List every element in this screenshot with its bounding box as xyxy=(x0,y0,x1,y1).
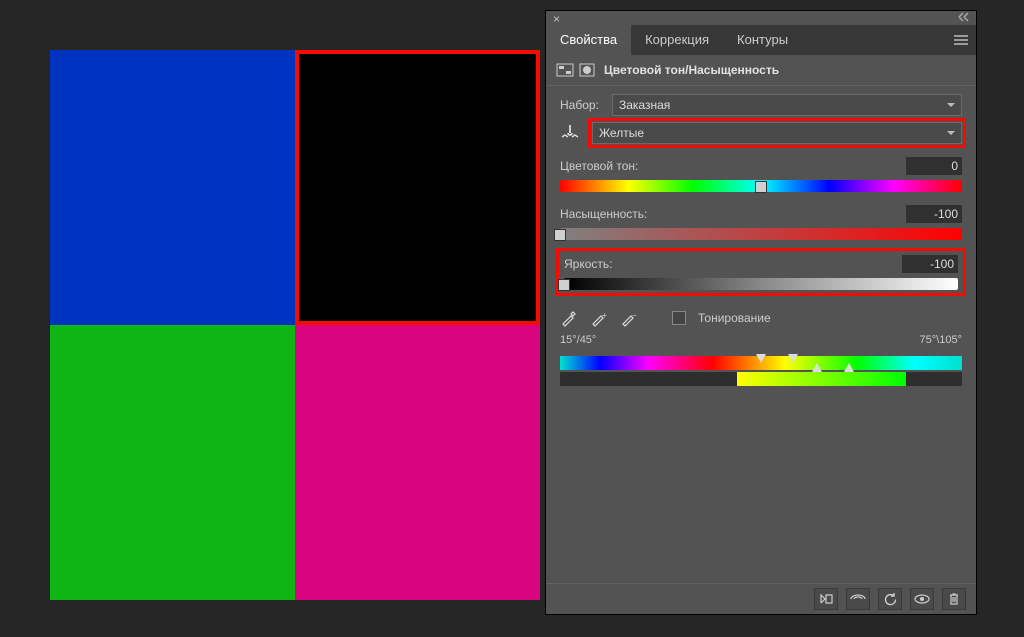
colorize-label[interactable]: Тонирование xyxy=(698,311,771,325)
hue-range-right: 75°\105° xyxy=(920,334,962,346)
lightness-slider[interactable] xyxy=(564,278,958,290)
hue-range-labels: 15°/45° 75°\105° xyxy=(560,334,962,346)
saturation-group: Насыщенность: -100 xyxy=(560,204,962,240)
svg-text:−: − xyxy=(632,311,637,320)
hue-strip-top xyxy=(560,356,962,370)
channel-select[interactable]: Желтые xyxy=(592,122,962,144)
channel-value: Желтые xyxy=(599,126,644,140)
clip-icon[interactable] xyxy=(814,588,838,610)
tab-contours[interactable]: Контуры xyxy=(723,25,802,55)
hue-range-handle-inner-left[interactable] xyxy=(756,354,766,363)
tab-correction[interactable]: Коррекция xyxy=(631,25,723,55)
panel-menu-icon[interactable] xyxy=(946,25,976,55)
properties-panel: × Свойства Коррекция Контуры Цветовой то… xyxy=(545,10,977,615)
panel-titlebar: × xyxy=(546,11,976,25)
channel-row: Желтые xyxy=(560,122,962,144)
visibility-icon[interactable] xyxy=(910,588,934,610)
hue-range-handle-inner-right[interactable] xyxy=(788,354,798,363)
lightness-label: Яркость: xyxy=(564,257,612,271)
eyedropper-row: + − Тонирование xyxy=(560,306,962,330)
panel-body: Набор: Заказная Желтые Цветовой тон: 0 xyxy=(546,86,976,583)
hue-range-left: 15°/45° xyxy=(560,334,596,346)
delete-icon[interactable] xyxy=(942,588,966,610)
hue-group: Цветовой тон: 0 xyxy=(560,156,962,192)
svg-text:+: + xyxy=(602,311,607,320)
saturation-value[interactable]: -100 xyxy=(906,205,962,223)
eyedropper-icon[interactable] xyxy=(560,309,578,327)
hue-value[interactable]: 0 xyxy=(906,157,962,175)
canvas-area xyxy=(50,50,540,600)
tabs-row: Свойства Коррекция Контуры xyxy=(546,25,976,55)
lightness-group: Яркость: -100 xyxy=(560,252,962,292)
reset-icon[interactable] xyxy=(878,588,902,610)
swatch-blue[interactable] xyxy=(50,50,295,325)
hue-slider-thumb[interactable] xyxy=(755,181,767,193)
saturation-label: Насыщенность: xyxy=(560,207,647,221)
hue-range-handle-outer-right[interactable] xyxy=(844,363,854,372)
adjustment-layer-icon xyxy=(556,62,574,78)
finger-scrub-icon[interactable] xyxy=(560,122,584,145)
hue-slider[interactable] xyxy=(560,180,962,192)
saturation-slider[interactable] xyxy=(560,228,962,240)
close-icon[interactable]: × xyxy=(550,12,563,25)
lightness-value[interactable]: -100 xyxy=(902,255,958,273)
swatch-black[interactable] xyxy=(295,50,540,325)
hue-label: Цветовой тон: xyxy=(560,159,638,173)
saturation-slider-thumb[interactable] xyxy=(554,229,566,241)
saturation-track-gradient xyxy=(560,228,962,240)
lightness-slider-thumb[interactable] xyxy=(558,279,570,291)
view-previous-icon[interactable] xyxy=(846,588,870,610)
adjustment-header: Цветовой тон/Насыщенность xyxy=(546,55,976,86)
preset-label: Набор: xyxy=(560,98,604,112)
preset-select[interactable]: Заказная xyxy=(612,94,962,116)
panel-bottom-bar xyxy=(546,583,976,614)
swatch-magenta[interactable] xyxy=(295,325,540,600)
hue-strip-bottom xyxy=(560,372,962,386)
collapse-icon[interactable] xyxy=(956,11,972,25)
hue-range-strip[interactable] xyxy=(560,356,962,386)
eyedropper-add-icon[interactable]: + xyxy=(590,309,608,327)
eyedropper-subtract-icon[interactable]: − xyxy=(620,309,638,327)
preset-value: Заказная xyxy=(619,98,670,112)
colorize-checkbox[interactable] xyxy=(672,311,686,325)
tab-properties[interactable]: Свойства xyxy=(546,25,631,55)
swatch-green[interactable] xyxy=(50,325,295,600)
lightness-track-gradient xyxy=(564,278,958,290)
adjustment-title: Цветовой тон/Насыщенность xyxy=(604,63,779,77)
preset-row: Набор: Заказная xyxy=(560,94,962,116)
layer-mask-icon xyxy=(578,62,596,78)
hue-range-handle-outer-left[interactable] xyxy=(812,363,822,372)
